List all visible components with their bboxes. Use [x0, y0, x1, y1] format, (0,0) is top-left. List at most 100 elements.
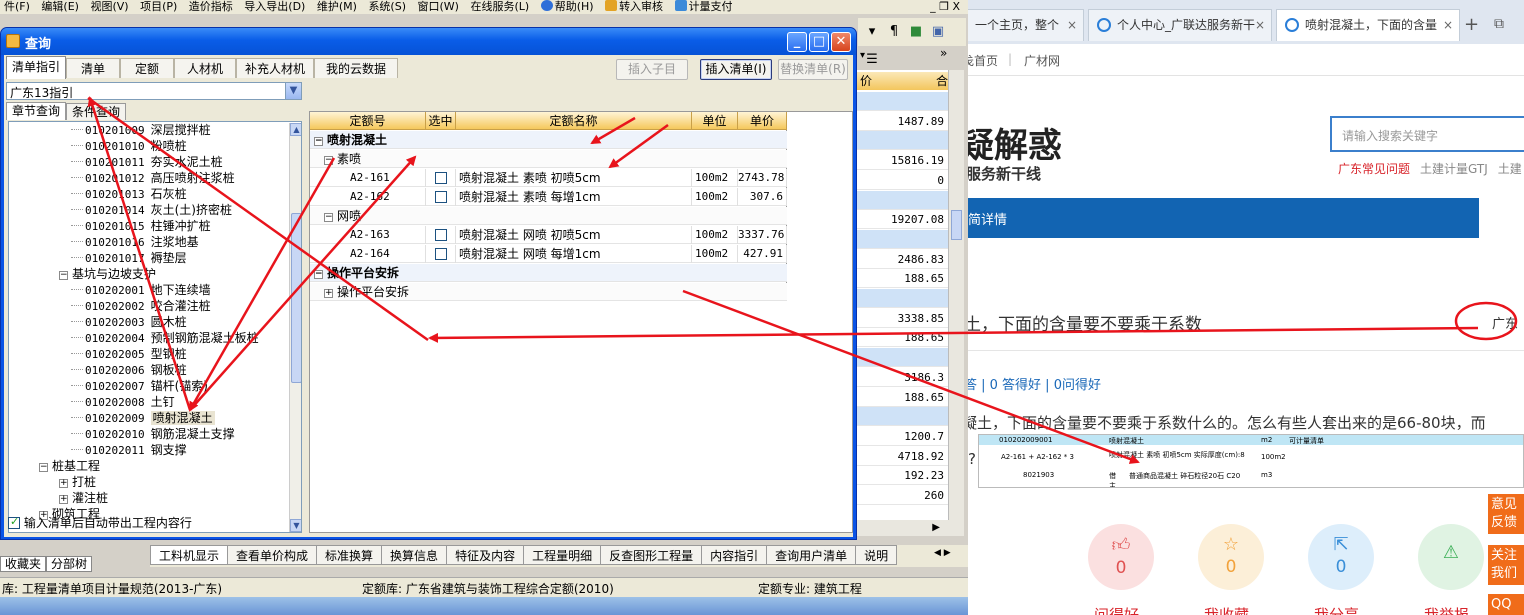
tree-item[interactable]: 010202010 钢筋混凝土支撑: [71, 426, 235, 442]
col-unit[interactable]: 单位: [692, 112, 738, 130]
tree-item[interactable]: 010202011 钢支撑: [71, 442, 187, 458]
tree-item[interactable]: 010201012 高压喷射注浆桩: [71, 170, 235, 186]
menu-window[interactable]: 窗口(W): [414, 0, 463, 14]
scroll-thumb[interactable]: [951, 210, 962, 240]
tree-item[interactable]: 010201011 夯实水泥土桩: [71, 154, 223, 170]
link-gtj[interactable]: 土建计量GTJ: [1420, 162, 1488, 176]
tab-cloud-data[interactable]: 我的云数据: [314, 58, 398, 78]
tree-item[interactable]: + 打桩: [59, 474, 96, 490]
tab-chapter-query[interactable]: 章节查询: [6, 102, 66, 120]
tree-item[interactable]: + 灌注桩: [59, 490, 108, 506]
close-icon[interactable]: ×: [1255, 10, 1265, 40]
scroll-down-icon[interactable]: ▼: [290, 519, 301, 532]
tree-item[interactable]: 010201014 灰土(土)挤密桩: [71, 202, 232, 218]
close-icon[interactable]: ×: [1443, 10, 1453, 40]
expand-icon[interactable]: +: [59, 479, 68, 488]
expand-icon[interactable]: +: [324, 289, 333, 298]
like-label[interactable]: 问得好: [1094, 604, 1139, 615]
tab-graphic-quantity[interactable]: 反查图形工程量: [600, 545, 703, 565]
collapse-icon[interactable]: −: [314, 270, 323, 279]
browser-tab-home[interactable]: 一个主页，整个 ×: [968, 9, 1084, 41]
menu-project[interactable]: 项目(P): [136, 0, 181, 14]
group-row[interactable]: − 喷射混凝土: [310, 131, 787, 149]
collapse-icon[interactable]: −: [314, 137, 323, 146]
qq-button[interactable]: QQ: [1488, 594, 1524, 615]
new-tab-icon[interactable]: +: [1464, 14, 1479, 35]
tab-features[interactable]: 特征及内容: [446, 545, 525, 565]
tree-item[interactable]: 010202009 喷射混凝土: [71, 410, 215, 426]
pilcrow-icon[interactable]: ¶: [886, 18, 902, 46]
table-row[interactable]: A2-164 喷射混凝土 网喷 每增1cm 100m2 427.91: [310, 245, 787, 263]
tab-division-tree[interactable]: 分部树: [46, 556, 93, 572]
menu-system[interactable]: 系统(S): [364, 0, 410, 14]
monitor-icon[interactable]: ▣: [930, 18, 946, 46]
link-civil[interactable]: 土建: [1498, 162, 1522, 176]
tree-item[interactable]: 010201009 深层搅拌桩: [71, 122, 211, 138]
link-gd-faq[interactable]: 广东常见问题: [1338, 162, 1410, 176]
scroll-right-icon[interactable]: ▶: [932, 522, 940, 533]
like-button[interactable]: 👍︎ 0: [1088, 524, 1154, 590]
tab-material-machine[interactable]: 工料机显示: [150, 545, 229, 565]
app-window-buttons[interactable]: _ ❐ X: [910, 0, 960, 14]
table-row[interactable]: A2-163 喷射混凝土 网喷 初喷5cm 100m2 3337.76: [310, 226, 787, 244]
nav-home[interactable]: 戋首页: [968, 52, 998, 69]
collapse-icon[interactable]: −: [59, 271, 68, 280]
minimize-icon[interactable]: _: [787, 32, 807, 52]
tab-extra-material[interactable]: 补充人材机: [236, 58, 314, 78]
maximize-icon[interactable]: □: [809, 32, 829, 52]
tree-item[interactable]: 010202001 地下连续墙: [71, 282, 211, 298]
tab-quota[interactable]: 定额: [120, 58, 174, 78]
horizontal-scrollbar[interactable]: ▶: [856, 520, 964, 536]
tree-scrollbar[interactable]: ▲ ▼: [289, 123, 301, 532]
menu-maintain[interactable]: 维护(M): [313, 0, 361, 14]
col-quota-code[interactable]: 定额号: [310, 112, 426, 130]
select-checkbox[interactable]: [434, 172, 447, 184]
tree-item[interactable]: 010202004 预制钢筋混凝土板桩: [71, 330, 259, 346]
tree-item[interactable]: 010202007 锚杆(锚索): [71, 378, 208, 394]
share-button[interactable]: ⇱ 0: [1308, 524, 1374, 590]
table-row[interactable]: A2-162 喷射混凝土 素喷 每增1cm 100m2 307.6: [310, 188, 787, 206]
tab-user-list[interactable]: 查询用户清单: [766, 545, 857, 565]
menu-help[interactable]: 帮助(H): [537, 0, 598, 14]
tab-convert-info[interactable]: 换算信息: [381, 545, 448, 565]
select-checkbox[interactable]: [434, 191, 447, 203]
favorite-button[interactable]: ☆ 0: [1198, 524, 1264, 590]
tree-item[interactable]: 010202003 圆木桩: [71, 314, 187, 330]
menu-import-export[interactable]: 导入导出(D): [240, 0, 309, 14]
tab-notes[interactable]: 说明: [855, 545, 898, 565]
menu-file[interactable]: 件(F): [0, 0, 34, 14]
guide-library-select[interactable]: 广东13指引 ▼: [6, 82, 302, 100]
close-icon[interactable]: ✕: [831, 32, 851, 52]
tree-scroll-thumb[interactable]: [291, 213, 301, 383]
group-row[interactable]: − 网喷: [310, 207, 787, 225]
report-label[interactable]: 我举报: [1424, 604, 1469, 615]
tree-item[interactable]: 010201013 石灰桩: [71, 186, 187, 202]
menu-to-review[interactable]: 转入审核: [601, 0, 667, 14]
group-row[interactable]: + 操作平台安拆: [310, 283, 787, 301]
favorite-label[interactable]: 我收藏: [1204, 604, 1249, 615]
tree-item[interactable]: 010201016 注浆地基: [71, 234, 199, 250]
select-checkbox[interactable]: [434, 248, 447, 260]
banner-detail[interactable]: 简详情: [968, 213, 1007, 228]
question-stats[interactable]: 答 | 0 答得好 | 0问得好: [968, 374, 1101, 393]
follow-button[interactable]: 关注我们: [1488, 545, 1524, 585]
select-checkbox[interactable]: [434, 229, 447, 241]
search-input[interactable]: 请输入搜索关键字: [1330, 116, 1524, 152]
browser-tab-question[interactable]: 喷射混凝土，下面的含量 ×: [1276, 9, 1460, 41]
tab-standard-convert[interactable]: 标准换算: [316, 545, 383, 565]
feedback-button[interactable]: 意见反馈: [1488, 494, 1524, 534]
tab-content-guide[interactable]: 内容指引: [701, 545, 768, 565]
insert-child-button[interactable]: 插入子目: [616, 59, 688, 80]
tree-item[interactable]: 010202006 钢板桩: [71, 362, 187, 378]
menu-edit[interactable]: 编辑(E): [37, 0, 83, 14]
menu-view[interactable]: 视图(V): [86, 0, 132, 14]
expand-icon[interactable]: +: [59, 495, 68, 504]
menu-online[interactable]: 在线服务(L): [466, 0, 533, 14]
tree-item[interactable]: − 基坑与边坡支护: [59, 266, 156, 282]
tree-item[interactable]: 010201010 粉喷桩: [71, 138, 187, 154]
replace-list-button[interactable]: 替换清单(R): [778, 59, 848, 80]
tree-item[interactable]: 010202002 咬合灌注桩: [71, 298, 211, 314]
group-row[interactable]: − 操作平台安拆: [310, 264, 787, 282]
tab-list-guide[interactable]: 清单指引: [6, 56, 66, 79]
collapse-icon[interactable]: −: [324, 156, 333, 165]
